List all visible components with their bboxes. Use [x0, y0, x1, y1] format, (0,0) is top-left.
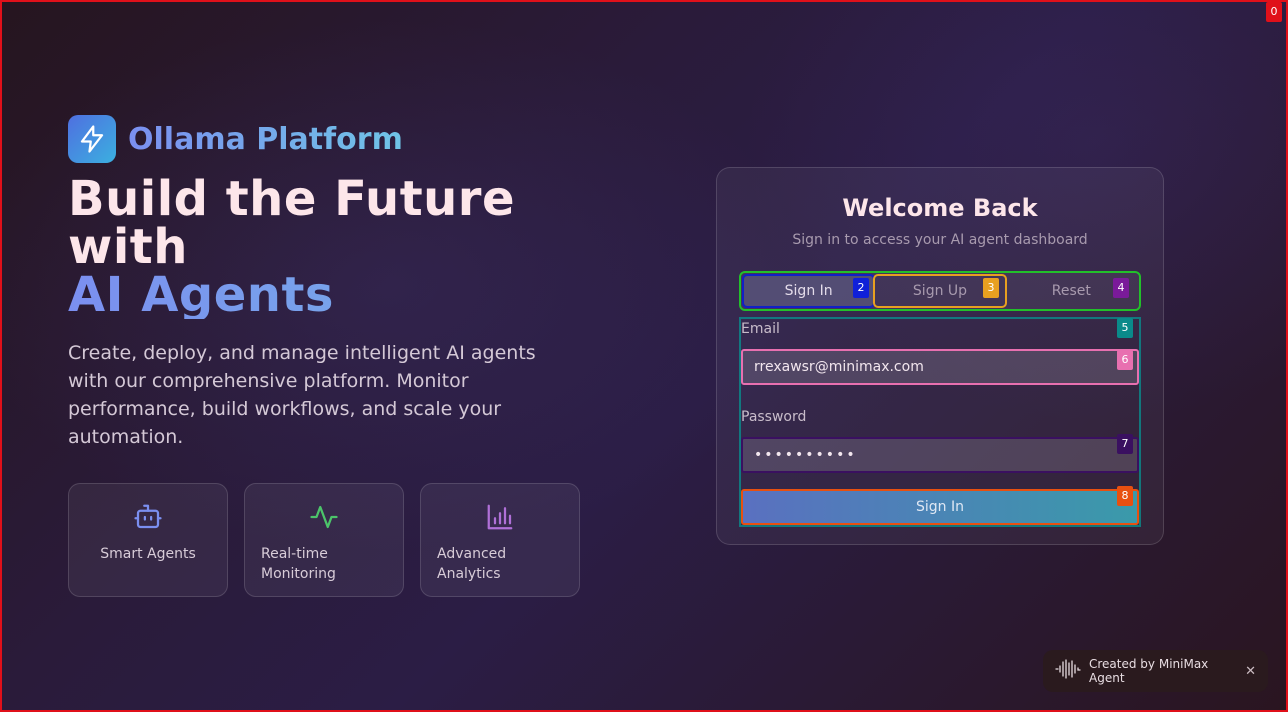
lightning-icon: [68, 115, 116, 163]
card-subtitle: Sign in to access your AI agent dashboar…: [792, 232, 1088, 248]
feature-card-smart-agents: Smart Agents: [68, 483, 228, 597]
password-label: Password: [741, 409, 807, 425]
password-field[interactable]: [741, 437, 1139, 473]
created-by-toast: Created by MiniMax Agent ✕: [1043, 650, 1268, 692]
auth-card: Welcome Back Sign in to access your AI a…: [716, 167, 1164, 545]
email-field[interactable]: [741, 349, 1139, 385]
overlay-badge: 8: [1117, 486, 1133, 506]
auth-tabs: Sign In Sign Up Reset: [739, 271, 1141, 311]
sign-in-button[interactable]: Sign In: [741, 489, 1139, 525]
toast-text: Created by MiniMax Agent: [1089, 657, 1209, 685]
card-title: Welcome Back: [842, 194, 1038, 222]
close-icon[interactable]: ✕: [1245, 664, 1256, 679]
feature-list: Smart Agents Real-time Monitoring Advanc…: [68, 483, 580, 597]
hero-section: Ollama Platform Build the Future with AI…: [68, 115, 588, 451]
feature-card-monitoring: Real-time Monitoring: [244, 483, 404, 597]
feature-card-analytics: Advanced Analytics: [420, 483, 580, 597]
overlay-badge: 2: [853, 278, 869, 298]
overlay-badge: 3: [983, 278, 999, 298]
sign-in-form: Email Password Sign In: [739, 317, 1141, 527]
overlay-badge: 5: [1117, 318, 1133, 338]
feature-label: Advanced Analytics: [437, 546, 507, 582]
brand-name: Ollama Platform: [128, 121, 403, 157]
feature-label: Smart Agents: [100, 546, 196, 562]
bar-chart-icon: [437, 500, 563, 534]
email-label: Email: [741, 321, 780, 337]
hero-description: Create, deploy, and manage intelligent A…: [68, 342, 536, 448]
overlay-badge: 7: [1117, 434, 1133, 454]
page-headline: Build the Future with AI Agents: [68, 175, 588, 319]
activity-icon: [261, 500, 387, 534]
overlay-badge: 6: [1117, 350, 1133, 370]
overlay-badge: 4: [1113, 278, 1129, 298]
feature-label: Real-time Monitoring: [261, 546, 336, 582]
brand: Ollama Platform: [68, 115, 588, 163]
robot-icon: [85, 500, 211, 534]
sound-wave-icon: [1055, 658, 1081, 684]
overlay-badge: 0: [1266, 2, 1282, 22]
headline-accent: AI Agents: [68, 271, 588, 319]
